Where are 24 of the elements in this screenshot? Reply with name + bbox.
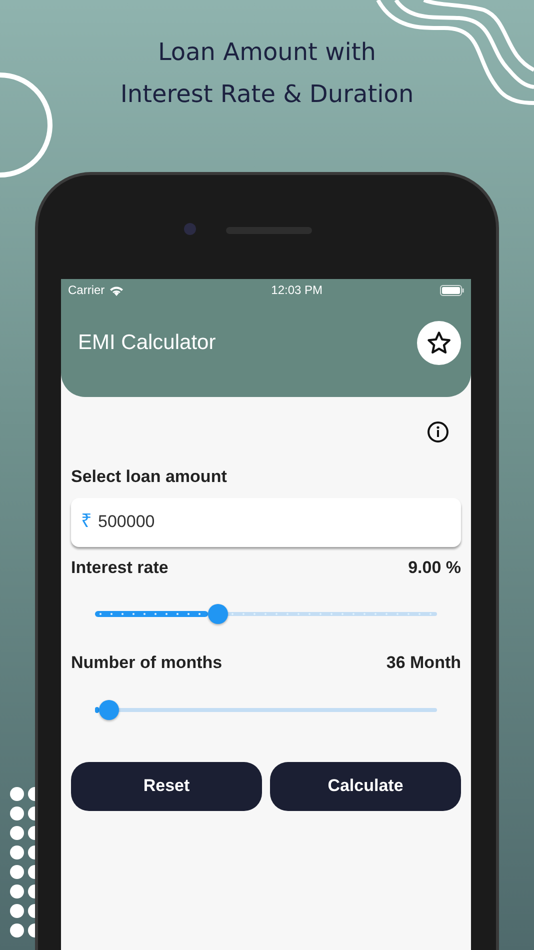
slider-reading: 9.00 % — [408, 556, 461, 578]
loan-amount-field[interactable]: ₹ 500000 — [71, 498, 461, 546]
carrier-label: Carrier — [68, 282, 105, 299]
currency-symbol: ₹ — [81, 510, 92, 534]
slider-reading: 36 Month — [386, 652, 461, 674]
app-title: EMI Calculator — [78, 330, 216, 356]
camera-icon — [184, 223, 196, 235]
slider-label: Interest rate — [71, 556, 168, 578]
headline: Loan Amount with Interest Rate & Duration — [120, 37, 414, 110]
wifi-icon — [108, 284, 124, 296]
loan-amount-label: Select loan amount — [71, 466, 228, 488]
calculate-button[interactable]: Calculate — [270, 762, 461, 810]
slider-label: Number of months — [71, 652, 222, 674]
slider-thumb[interactable] — [98, 700, 119, 720]
battery-icon — [440, 284, 464, 296]
slider-thumb[interactable] — [208, 604, 228, 624]
status-time: 12:03 PM — [271, 282, 323, 299]
slider-track[interactable] — [95, 612, 437, 616]
amount-input[interactable]: 500000 — [96, 508, 451, 536]
star-icon — [426, 330, 452, 356]
info-icon[interactable] — [427, 421, 449, 443]
reset-button[interactable]: Reset — [71, 762, 262, 810]
favorite-button[interactable] — [417, 321, 461, 365]
slider-track[interactable] — [95, 708, 437, 712]
